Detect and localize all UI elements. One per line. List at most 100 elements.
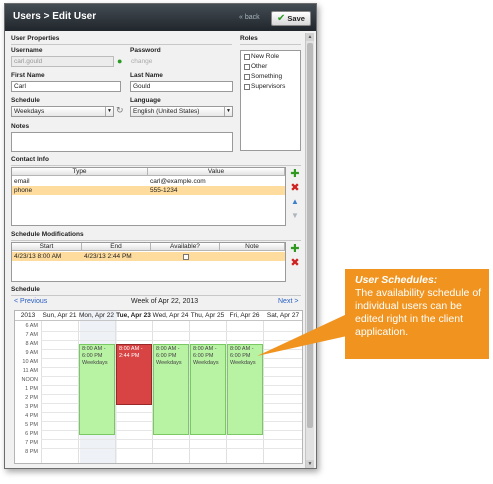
- event-label: Weekdays: [193, 360, 219, 366]
- gridline: [41, 439, 302, 440]
- back-link[interactable]: « back: [239, 14, 260, 21]
- event-label: Weekdays: [82, 360, 108, 366]
- schedule-label: Schedule: [11, 97, 40, 104]
- vertical-scrollbar[interactable]: ▲ ▼: [305, 33, 314, 468]
- hour-label: 9 AM: [25, 350, 38, 356]
- last-name-field[interactable]: Gould: [130, 81, 233, 92]
- day-header: Sun, Apr 21: [41, 312, 78, 321]
- notes-field[interactable]: [11, 132, 233, 152]
- schedule-select[interactable]: Weekdays ▼: [11, 106, 114, 117]
- day-header: Mon, Apr 22: [78, 312, 115, 321]
- role-checkbox-item[interactable]: New Role: [244, 53, 279, 60]
- edit-user-window: Users > Edit User « back ✔ Save ▲ ▼ User…: [4, 3, 317, 469]
- column-header[interactable]: Note: [220, 243, 285, 251]
- notes-label: Notes: [11, 123, 30, 130]
- last-name-label: Last Name: [130, 72, 163, 79]
- chevron-down-icon: ▼: [224, 107, 232, 116]
- day-header-today: Tue, Apr 23: [115, 312, 152, 321]
- role-label: Something: [251, 73, 283, 80]
- event-time: 8:00 AM - 2:44 PM: [119, 346, 143, 359]
- schedule-mods-table: Start End Available? Note 4/23/13 8:00 A…: [11, 242, 286, 282]
- save-button[interactable]: ✔ Save: [271, 11, 311, 26]
- callout-pointer: [257, 314, 347, 356]
- divider: [11, 165, 301, 166]
- callout-body: The availability schedule of individual …: [355, 287, 482, 338]
- hour-label: NOON: [21, 377, 39, 383]
- checkbox[interactable]: [244, 63, 250, 70]
- scroll-down-icon[interactable]: ▼: [306, 460, 314, 468]
- hour-label: 1 PM: [25, 386, 38, 392]
- first-name-field[interactable]: Carl: [11, 81, 121, 92]
- role-checkbox-item[interactable]: Other: [244, 63, 267, 70]
- first-name-label: First Name: [11, 72, 45, 79]
- move-up-icon[interactable]: ▲: [290, 197, 300, 207]
- hour-label: 5 PM: [25, 422, 38, 428]
- hour-label: 11 AM: [22, 368, 38, 374]
- contact-info-table: Type Value email carl@example.com phone …: [11, 167, 286, 226]
- year-label: 2013: [15, 311, 41, 321]
- schedule-title: Schedule: [11, 286, 40, 293]
- column-header[interactable]: Available?: [151, 243, 220, 251]
- hour-label: 8 AM: [25, 341, 38, 347]
- gridline: [41, 321, 42, 463]
- previous-week-link[interactable]: < Previous: [14, 298, 47, 305]
- column-header[interactable]: Start: [12, 243, 82, 251]
- available-checkbox[interactable]: [183, 254, 189, 260]
- event-time: 8:00 AM - 6:00 PM: [82, 346, 106, 359]
- contact-info-title: Contact Info: [11, 156, 49, 163]
- title-bar: Users > Edit User « back ✔ Save: [5, 4, 316, 31]
- save-button-label: Save: [287, 14, 305, 23]
- schedule-event[interactable]: 8:00 AM - 6:00 PM Weekdays: [153, 344, 189, 435]
- role-label: New Role: [251, 53, 280, 60]
- event-time: 8:00 AM - 6:00 PM: [156, 346, 180, 359]
- schedule-event[interactable]: 8:00 AM - 6:00 PM Weekdays: [79, 344, 115, 435]
- checkbox[interactable]: [244, 53, 250, 60]
- column-header[interactable]: Value: [148, 168, 285, 176]
- roles-list: New Role Other Something Supervisors: [240, 50, 301, 151]
- cell-type: phone: [14, 187, 33, 194]
- role-label: Other: [251, 63, 268, 70]
- scrollbar-thumb[interactable]: [307, 43, 313, 428]
- roles-title: Roles: [240, 35, 258, 42]
- week-label: Week of Apr 22, 2013: [131, 298, 199, 305]
- divider: [11, 44, 232, 45]
- change-password-link[interactable]: change: [131, 58, 152, 65]
- event-label: Weekdays: [230, 360, 256, 366]
- role-checkbox-item[interactable]: Supervisors: [244, 83, 285, 90]
- divider: [240, 44, 301, 45]
- column-header[interactable]: Type: [12, 168, 148, 176]
- scroll-up-icon[interactable]: ▲: [306, 33, 314, 41]
- schedule-event-modified[interactable]: 8:00 AM - 2:44 PM: [116, 344, 152, 405]
- callout-arrow: [257, 314, 347, 356]
- language-label: Language: [130, 97, 161, 104]
- checkbox[interactable]: [244, 73, 250, 80]
- checkbox[interactable]: [244, 83, 250, 90]
- hour-label: 6 PM: [25, 431, 38, 437]
- schedule-mods-title: Schedule Modifications: [11, 231, 84, 238]
- hour-label: 6 AM: [25, 323, 38, 329]
- delete-modification-icon[interactable]: ✖: [290, 258, 300, 269]
- cell-end: 4/23/13 2:44 PM: [84, 253, 132, 260]
- role-label: Supervisors: [251, 83, 286, 90]
- hour-label: 8 PM: [25, 449, 38, 455]
- chevron-down-icon: ▼: [105, 107, 113, 116]
- delete-contact-icon[interactable]: ✖: [290, 183, 300, 194]
- column-header[interactable]: End: [82, 243, 151, 251]
- language-select[interactable]: English (United States) ▼: [130, 106, 233, 117]
- password-label: Password: [130, 47, 161, 54]
- schedule-select-value: Weekdays: [14, 108, 45, 115]
- language-select-value: English (United States): [133, 108, 200, 115]
- cell-note: [220, 252, 285, 261]
- add-modification-icon[interactable]: ✚: [290, 244, 300, 255]
- add-contact-icon[interactable]: ✚: [290, 169, 300, 180]
- hour-label: 4 PM: [25, 413, 38, 419]
- cell-start: 4/23/13 8:00 AM: [14, 253, 62, 260]
- role-checkbox-item[interactable]: Something: [244, 73, 282, 80]
- user-properties-title: User Properties: [11, 35, 60, 42]
- event-time: 8:00 AM - 6:00 PM: [193, 346, 217, 359]
- schedule-event[interactable]: 8:00 AM - 6:00 PM Weekdays: [190, 344, 226, 435]
- refresh-icon[interactable]: ↻: [116, 105, 124, 116]
- move-down-icon[interactable]: ▼: [290, 211, 300, 221]
- day-header: Wed, Apr 24: [152, 312, 189, 321]
- checkmark-icon: ✔: [277, 12, 286, 24]
